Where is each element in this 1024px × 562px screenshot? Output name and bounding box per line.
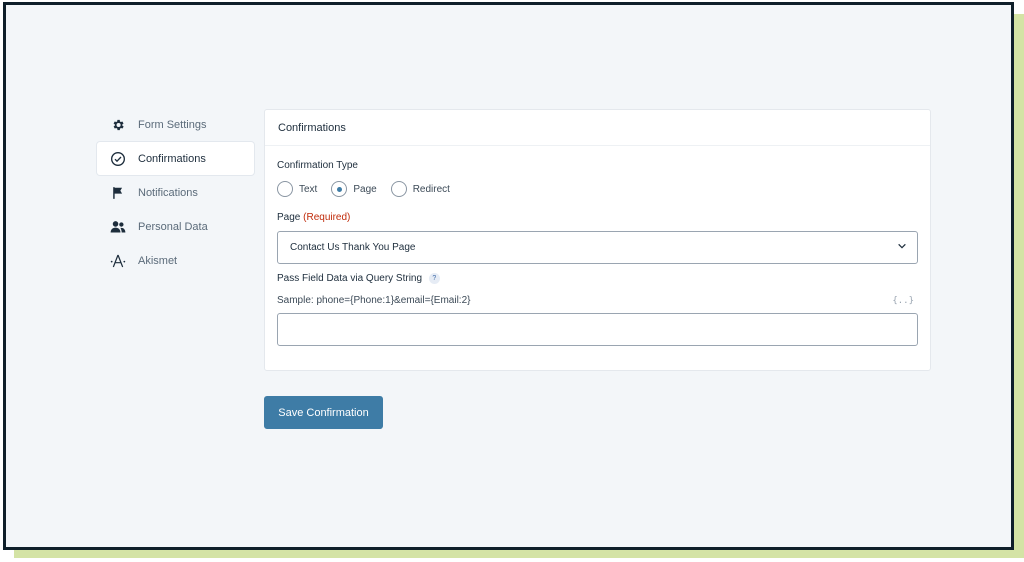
required-indicator: (Required): [303, 212, 351, 223]
users-icon: [110, 219, 126, 235]
radio-button[interactable]: [331, 181, 348, 197]
confirmation-type-radio-group: Text Page Redirect: [277, 179, 918, 199]
sidebar-item-confirmations[interactable]: Confirmations: [97, 142, 254, 175]
radio-page[interactable]: Page: [331, 181, 377, 197]
query-label-text: Pass Field Data via Query String: [277, 273, 423, 285]
sidebar-item-label: Notifications: [138, 186, 198, 199]
page-select[interactable]: Contact Us Thank You Page: [277, 231, 918, 264]
sidebar-item-label: Form Settings: [138, 118, 207, 131]
merge-tag-icon[interactable]: {..}: [892, 296, 914, 306]
radio-text[interactable]: Text: [277, 181, 317, 197]
sidebar-item-personal-data[interactable]: Personal Data: [97, 210, 254, 243]
settings-sidebar: Form Settings Confirmations Notification…: [97, 108, 254, 278]
sidebar-item-form-settings[interactable]: Form Settings: [97, 108, 254, 141]
akismet-icon: [110, 253, 126, 269]
sample-row: Sample: phone={Phone:1}&email={Email:2} …: [277, 295, 918, 306]
sidebar-item-label: Personal Data: [138, 220, 208, 233]
query-string-input[interactable]: [277, 313, 918, 347]
chevron-down-icon: [897, 241, 907, 254]
sidebar-item-akismet[interactable]: Akismet: [97, 244, 254, 277]
sidebar-item-notifications[interactable]: Notifications: [97, 176, 254, 209]
gear-icon: [110, 117, 126, 133]
confirmation-type-label: Confirmation Type: [277, 160, 358, 171]
page-field-label: Page (Required): [277, 212, 918, 223]
query-string-label: Pass Field Data via Query String ?: [277, 273, 918, 284]
radio-redirect[interactable]: Redirect: [390, 181, 450, 197]
flag-icon: [110, 185, 126, 201]
radio-button[interactable]: [277, 181, 293, 197]
radio-label: Page: [353, 183, 377, 195]
sidebar-item-label: Confirmations: [138, 152, 206, 165]
save-confirmation-button[interactable]: Save Confirmation: [264, 396, 383, 429]
radio-label: Text: [299, 183, 318, 195]
sidebar-item-label: Akismet: [138, 254, 178, 267]
check-circle-icon: [110, 151, 126, 167]
page-label-text: Page: [277, 212, 301, 223]
radio-label: Redirect: [412, 183, 450, 195]
sample-text: Sample: phone={Phone:1}&email={Email:2}: [277, 295, 471, 307]
help-icon[interactable]: ?: [428, 273, 440, 284]
card-title: Confirmations: [265, 110, 930, 146]
confirmations-card: Confirmations Confirmation Type Text Pag…: [264, 109, 931, 371]
page-select-value: Contact Us Thank You Page: [290, 242, 416, 253]
radio-button[interactable]: [390, 181, 407, 197]
